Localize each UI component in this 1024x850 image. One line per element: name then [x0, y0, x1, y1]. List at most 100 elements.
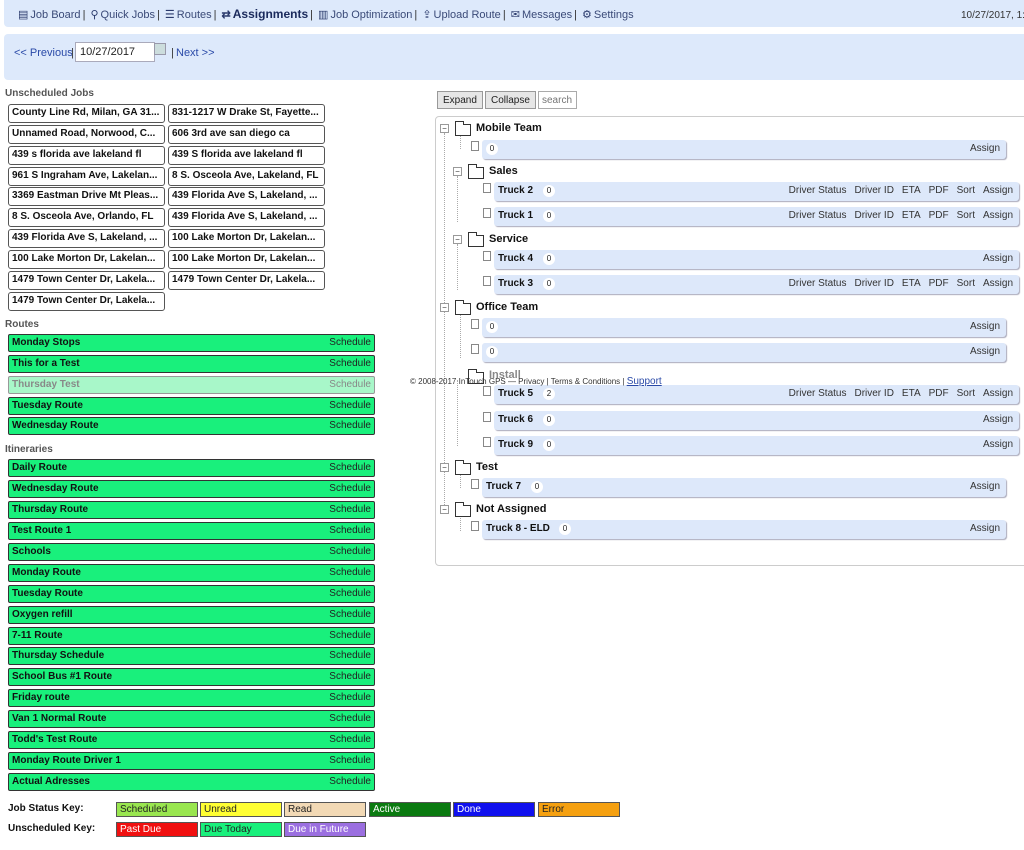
itinerary-item[interactable]: Test Route 1 Schedule	[8, 522, 375, 540]
unscheduled-job[interactable]: 439 Florida Ave S, Lakeland, ...	[8, 229, 165, 248]
group-name[interactable]: Sales	[489, 165, 518, 177]
assign-link[interactable]: Assign	[970, 143, 1000, 154]
unscheduled-job[interactable]: 439 s florida ave lakeland fl	[8, 146, 165, 165]
unscheduled-job[interactable]: Unnamed Road, Norwood, C...	[8, 125, 165, 144]
itinerary-item[interactable]: Friday route Schedule	[8, 689, 375, 707]
support-link[interactable]: Support	[627, 376, 662, 387]
schedule-link[interactable]: Schedule	[329, 588, 371, 599]
unscheduled-job[interactable]: 8 S. Osceola Ave, Orlando, FL	[8, 208, 165, 227]
schedule-link[interactable]: Schedule	[329, 713, 371, 724]
assign-link[interactable]: Assign	[970, 523, 1000, 534]
calendar-icon[interactable]	[154, 43, 166, 55]
assign-link[interactable]: Assign	[970, 481, 1000, 492]
pdf-link[interactable]: PDF	[929, 185, 949, 196]
assign-link[interactable]: Assign	[983, 388, 1013, 399]
truck-row[interactable]: Truck 6 0 Assign	[494, 411, 1019, 430]
itinerary-item[interactable]: School Bus #1 Route Schedule	[8, 668, 375, 686]
schedule-link[interactable]: Schedule	[329, 609, 371, 620]
unscheduled-job[interactable]: 1479 Town Center Dr, Lakela...	[8, 271, 165, 290]
group-name[interactable]: Not Assigned	[476, 503, 547, 515]
schedule-link[interactable]: Schedule	[329, 400, 371, 411]
previous-date-link[interactable]: << Previous	[14, 47, 73, 59]
assign-link[interactable]: Assign	[983, 185, 1013, 196]
sort-link[interactable]: Sort	[957, 388, 975, 399]
assign-link[interactable]: Assign	[970, 321, 1000, 332]
collapse-toggle[interactable]: −	[453, 167, 462, 176]
eta-link[interactable]: ETA	[902, 388, 921, 399]
itinerary-item[interactable]: Wednesday Route Schedule	[8, 480, 375, 498]
assign-link[interactable]: Assign	[983, 439, 1013, 450]
nav-messages[interactable]: ✉ Messages	[511, 8, 572, 21]
expand-button[interactable]: Expand	[437, 91, 483, 109]
schedule-link[interactable]: Schedule	[329, 420, 371, 431]
unscheduled-job[interactable]: 8 S. Osceola Ave, Lakeland, FL	[168, 167, 325, 186]
truck-row[interactable]: 0 Assign	[482, 140, 1006, 159]
unscheduled-job[interactable]: 1479 Town Center Dr, Lakela...	[8, 292, 165, 311]
group-name[interactable]: Test	[476, 461, 498, 473]
sort-link[interactable]: Sort	[957, 210, 975, 221]
group-name[interactable]: Office Team	[476, 301, 538, 313]
nav-settings[interactable]: ⚙ Settings	[582, 8, 634, 21]
schedule-link[interactable]: Schedule	[329, 776, 371, 787]
unscheduled-job[interactable]: 100 Lake Morton Dr, Lakelan...	[8, 250, 165, 269]
pdf-link[interactable]: PDF	[929, 388, 949, 399]
driver-id-link[interactable]: Driver ID	[854, 210, 893, 221]
route-item[interactable]: Thursday Test Schedule	[8, 376, 375, 394]
assign-link[interactable]: Assign	[983, 278, 1013, 289]
sort-link[interactable]: Sort	[957, 278, 975, 289]
truck-row[interactable]: 0 Assign	[482, 343, 1006, 362]
itinerary-item[interactable]: Thursday Schedule Schedule	[8, 647, 375, 665]
unscheduled-job[interactable]: 100 Lake Morton Dr, Lakelan...	[168, 229, 325, 248]
date-input[interactable]	[75, 42, 155, 62]
truck-row[interactable]: Truck 2 0 Driver Status Driver ID ETA PDF So…	[494, 182, 1019, 201]
nav-assignments[interactable]: ⇄ Assignments	[222, 7, 309, 21]
route-item[interactable]: Tuesday Route Schedule	[8, 397, 375, 415]
unscheduled-job[interactable]: 961 S Ingraham Ave, Lakelan...	[8, 167, 165, 186]
truck-row[interactable]: Truck 9 0 Assign	[494, 436, 1019, 455]
unscheduled-job[interactable]: 606 3rd ave san diego ca	[168, 125, 325, 144]
driver-id-link[interactable]: Driver ID	[854, 278, 893, 289]
collapse-toggle[interactable]: −	[440, 303, 449, 312]
schedule-link[interactable]: Schedule	[329, 755, 371, 766]
route-item[interactable]: Monday Stops Schedule	[8, 334, 375, 352]
schedule-link[interactable]: Schedule	[329, 567, 371, 578]
truck-row[interactable]: Truck 7 0 Assign	[482, 478, 1006, 497]
truck-row[interactable]: Truck 3 0 Driver Status Driver ID ETA PDF So…	[494, 275, 1019, 294]
unscheduled-job[interactable]: 439 Florida Ave S, Lakeland, ...	[168, 208, 325, 227]
truck-row[interactable]: Truck 8 - ELD 0 Assign	[482, 520, 1006, 539]
driver-status-link[interactable]: Driver Status	[789, 210, 847, 221]
itinerary-item[interactable]: 7-11 Route Schedule	[8, 627, 375, 645]
eta-link[interactable]: ETA	[902, 185, 921, 196]
unscheduled-job[interactable]: 3369 Eastman Drive Mt Pleas...	[8, 187, 165, 206]
nav-upload-route[interactable]: ⇪ Upload Route	[422, 8, 501, 21]
group-name[interactable]: Service	[489, 233, 528, 245]
schedule-link[interactable]: Schedule	[329, 692, 371, 703]
search-input[interactable]	[538, 91, 577, 109]
pdf-link[interactable]: PDF	[929, 278, 949, 289]
schedule-link[interactable]: Schedule	[329, 483, 371, 494]
itinerary-item[interactable]: Actual Adresses Schedule	[8, 773, 375, 791]
schedule-link[interactable]: Schedule	[329, 650, 371, 661]
assign-link[interactable]: Assign	[970, 346, 1000, 357]
itinerary-item[interactable]: Oxygen refill Schedule	[8, 606, 375, 624]
assign-link[interactable]: Assign	[983, 253, 1013, 264]
unscheduled-job[interactable]: 100 Lake Morton Dr, Lakelan...	[168, 250, 325, 269]
itinerary-item[interactable]: Monday Route Driver 1 Schedule	[8, 752, 375, 770]
schedule-link[interactable]: Schedule	[329, 379, 371, 390]
schedule-link[interactable]: Schedule	[329, 546, 371, 557]
unscheduled-job[interactable]: 439 S florida ave lakeland fl	[168, 146, 325, 165]
assign-link[interactable]: Assign	[983, 210, 1013, 221]
group-name[interactable]: Mobile Team	[476, 122, 542, 134]
eta-link[interactable]: ETA	[902, 210, 921, 221]
schedule-link[interactable]: Schedule	[329, 671, 371, 682]
unscheduled-job[interactable]: 831-1217 W Drake St, Fayette...	[168, 104, 325, 123]
itinerary-item[interactable]: Schools Schedule	[8, 543, 375, 561]
schedule-link[interactable]: Schedule	[329, 504, 371, 515]
route-item[interactable]: This for a Test Schedule	[8, 355, 375, 373]
schedule-link[interactable]: Schedule	[329, 525, 371, 536]
collapse-toggle[interactable]: −	[453, 235, 462, 244]
sort-link[interactable]: Sort	[957, 185, 975, 196]
driver-status-link[interactable]: Driver Status	[789, 278, 847, 289]
schedule-link[interactable]: Schedule	[329, 337, 371, 348]
route-item[interactable]: Wednesday Route Schedule	[8, 417, 375, 435]
